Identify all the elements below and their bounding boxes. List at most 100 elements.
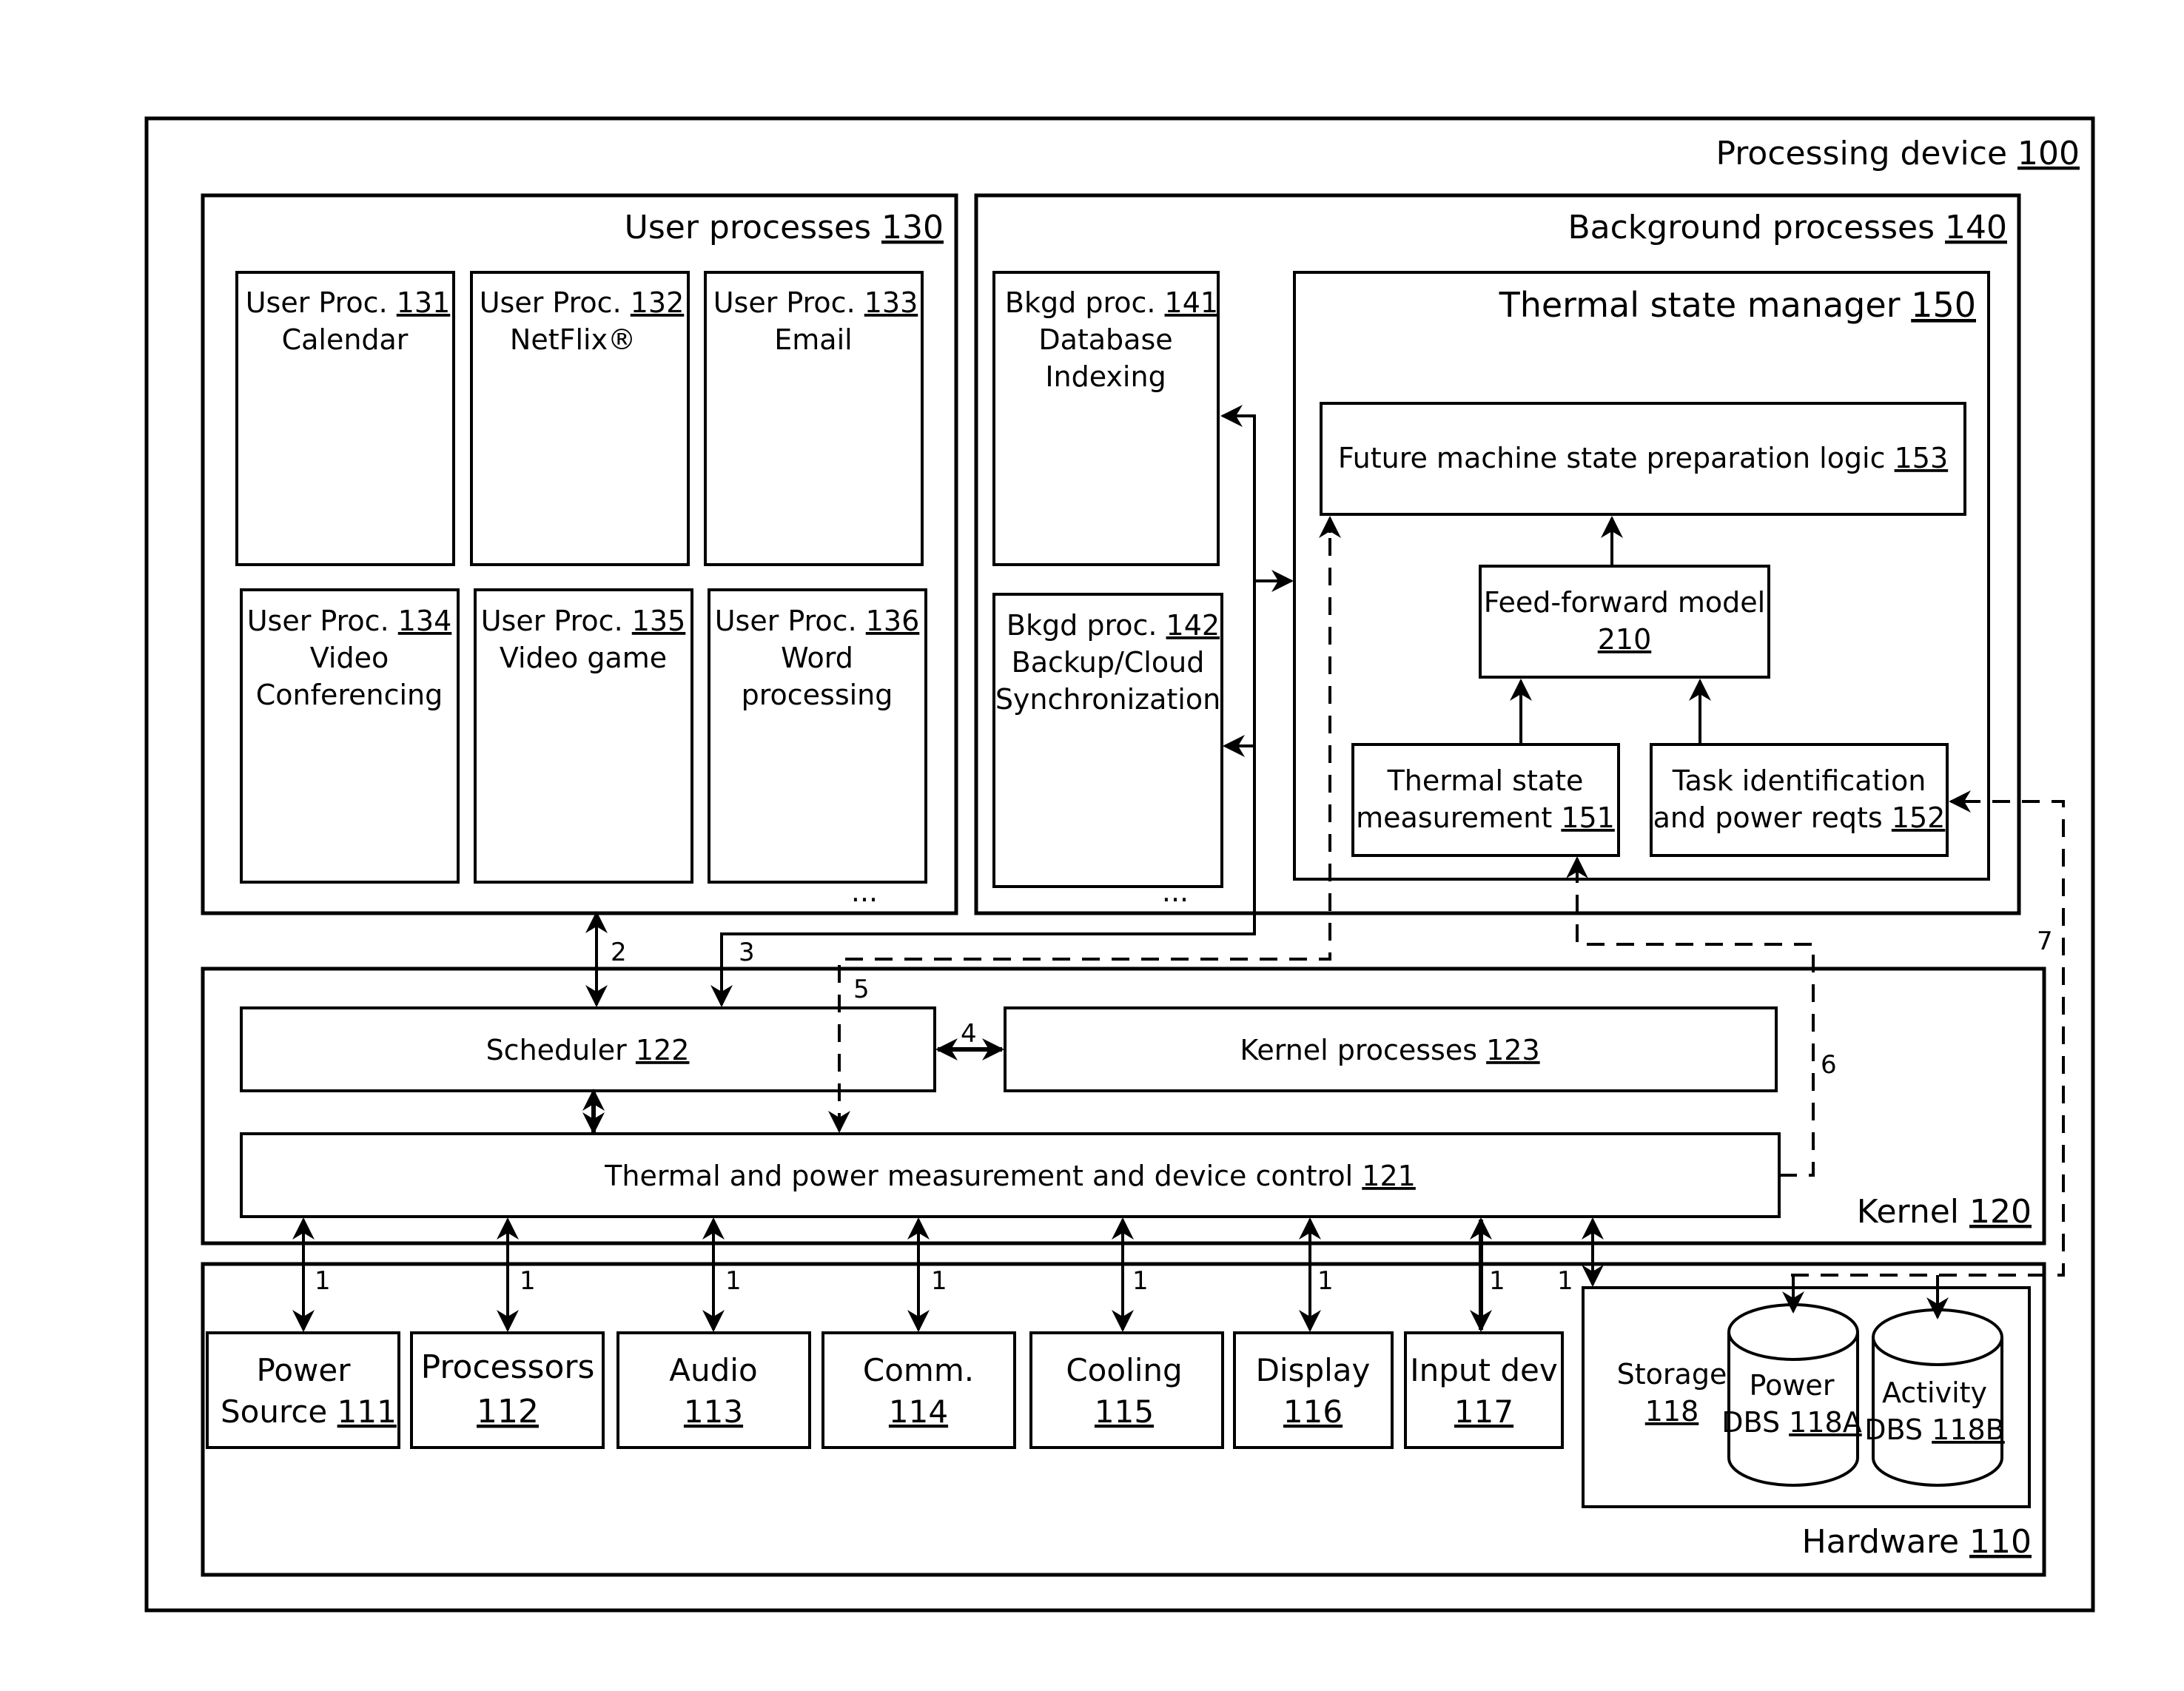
hw-comm[interactable]: Comm. 114 [821,1331,1016,1449]
svg-text:1: 1 [1317,1266,1334,1296]
svg-text:112: 112 [477,1393,539,1431]
svg-text:1: 1 [1489,1266,1505,1296]
thermal-state-measurement[interactable]: Thermal state measurement 151 [1351,743,1620,857]
svg-text:User Proc. 133: User Proc. 133 [713,286,918,319]
svg-text:5: 5 [853,975,870,1004]
svg-text:Backup/Cloud: Backup/Cloud [1012,646,1205,679]
hw-input-dev[interactable]: Input dev 117 [1404,1331,1564,1449]
svg-text:User Proc. 136: User Proc. 136 [715,605,920,637]
svg-text:7: 7 [2037,927,2053,956]
user-proc-131[interactable]: User Proc. 131 Calendar [235,271,455,566]
bkgd-proc-141[interactable]: Bkgd proc. 141 Database Indexing [992,271,1220,566]
svg-text:Database: Database [1038,323,1172,356]
svg-text:User Proc. 132: User Proc. 132 [480,286,685,319]
svg-text:User Proc. 131: User Proc. 131 [246,286,451,319]
user-proc-133[interactable]: User Proc. 133 Email [704,271,924,566]
svg-text:Thermal and power measurement: Thermal and power measurement and device… [604,1160,1416,1192]
svg-text:Bkgd proc. 142: Bkgd proc. 142 [1007,609,1220,642]
svg-text:115: 115 [1095,1394,1154,1430]
svg-text:1: 1 [1557,1266,1573,1296]
svg-text:Comm.: Comm. [863,1352,974,1388]
user-processes-label: User processes 130 [625,209,944,246]
svg-text:Video: Video [310,642,389,674]
feed-forward-model[interactable]: Feed-forward model 210 [1479,565,1770,679]
svg-text:1: 1 [1132,1266,1149,1296]
svg-text:3: 3 [739,938,755,967]
svg-text:Task identification: Task identification [1672,764,1926,797]
svg-text:NetFlix®: NetFlix® [510,323,636,356]
kernel-group: Kernel 120 Scheduler 122 Kernel processe… [201,966,2046,1245]
hw-processors[interactable]: Processors 112 [410,1331,605,1449]
svg-text:and power reqts 152: and power reqts 152 [1653,801,1946,834]
background-processes-label: Background processes 140 [1568,209,2007,246]
svg-text:DBS 118A: DBS 118A [1721,1406,1861,1439]
hw-cooling[interactable]: Cooling 115 [1029,1331,1224,1449]
svg-text:User Proc. 135: User Proc. 135 [481,605,686,637]
svg-text:117: 117 [1454,1394,1513,1430]
system-diagram: Processing device 100 User processes 130… [144,116,2095,1613]
svg-text:210: 210 [1598,623,1652,656]
svg-text:116: 116 [1283,1394,1343,1430]
background-processes-group: Background processes 140 Bkgd proc. 141 … [974,193,2021,915]
svg-text:processing: processing [742,679,893,711]
hw-audio[interactable]: Audio 113 [616,1331,811,1449]
scheduler[interactable]: Scheduler 122 [240,1006,936,1092]
user-proc-135[interactable]: User Proc. 135 Video game [474,588,693,884]
hw-power-source[interactable]: Power Source 111 [206,1331,400,1449]
hw-display[interactable]: Display 116 [1233,1331,1394,1449]
svg-text:User Proc. 134: User Proc. 134 [247,605,452,637]
svg-text:Input dev: Input dev [1410,1352,1557,1388]
svg-text:Scheduler 122: Scheduler 122 [486,1034,690,1066]
thermal-state-manager-label: Thermal state manager 150 [1499,285,1976,325]
svg-text:1: 1 [931,1266,947,1296]
svg-text:Power: Power [1750,1369,1835,1402]
svg-text:Video game: Video game [500,642,667,674]
svg-text:1: 1 [520,1266,536,1296]
user-proc-134[interactable]: User Proc. 134 Video Conferencing [240,588,460,884]
svg-text:DBS 118B: DBS 118B [1864,1413,2005,1446]
background-processes-ellipsis: ... [1162,875,1189,908]
svg-text:Cooling: Cooling [1066,1352,1182,1388]
svg-text:114: 114 [889,1394,948,1430]
svg-text:Feed-forward model: Feed-forward model [1484,586,1765,619]
svg-text:Conferencing: Conferencing [256,679,443,711]
svg-text:Bkgd proc. 141: Bkgd proc. 141 [1005,286,1218,319]
svg-text:Kernel processes 123: Kernel processes 123 [1240,1034,1539,1066]
svg-text:Storage: Storage [1617,1358,1727,1391]
kernel-processes[interactable]: Kernel processes 123 [1004,1006,1778,1092]
bkgd-proc-142[interactable]: Bkgd proc. 142 Backup/Cloud Synchronizat… [992,593,1223,888]
thermal-power-device-control[interactable]: Thermal and power measurement and device… [240,1132,1781,1218]
hw-storage[interactable]: Storage 118 Power DBS 118A Activity DBS … [1582,1286,2031,1508]
svg-text:Audio: Audio [669,1352,757,1388]
activity-dbs-cylinder[interactable]: Activity DBS 118B [1864,1308,2005,1487]
user-processes-ellipsis: ... [851,875,878,908]
svg-text:Thermal state: Thermal state [1387,764,1584,797]
kernel-label: Kernel 120 [1857,1193,2032,1231]
svg-text:Synchronization: Synchronization [995,683,1220,716]
svg-text:4: 4 [961,1019,977,1049]
svg-text:Calendar: Calendar [282,323,409,356]
user-proc-136[interactable]: User Proc. 136 Word processing [708,588,927,884]
hardware-label: Hardware 110 [1802,1523,2032,1561]
svg-text:measurement 151: measurement 151 [1356,801,1615,834]
svg-text:Power: Power [257,1352,352,1388]
svg-text:1: 1 [315,1266,331,1296]
svg-text:Source 111: Source 111 [221,1394,397,1430]
svg-text:118: 118 [1645,1395,1699,1428]
svg-text:1: 1 [725,1266,742,1296]
processing-device-label: Processing device 100 [1716,135,2080,172]
svg-text:Future machine state preparati: Future machine state preparation logic 1… [1338,442,1948,474]
svg-text:Word: Word [781,642,853,674]
svg-text:Activity: Activity [1882,1376,1987,1409]
svg-text:113: 113 [684,1394,743,1430]
svg-text:Processors: Processors [421,1348,595,1386]
task-identification-power-reqts[interactable]: Task identification and power reqts 152 [1650,743,1949,857]
future-machine-state-logic[interactable]: Future machine state preparation logic 1… [1320,402,1966,516]
thermal-state-manager: Thermal state manager 150 Future machine… [1293,271,1990,881]
svg-text:Email: Email [774,323,852,356]
svg-text:6: 6 [1821,1050,1837,1080]
svg-text:Display: Display [1256,1352,1371,1388]
svg-text:Indexing: Indexing [1045,360,1166,393]
user-proc-132[interactable]: User Proc. 132 NetFlix® [470,271,690,566]
power-dbs-cylinder[interactable]: Power DBS 118A [1721,1303,1862,1487]
